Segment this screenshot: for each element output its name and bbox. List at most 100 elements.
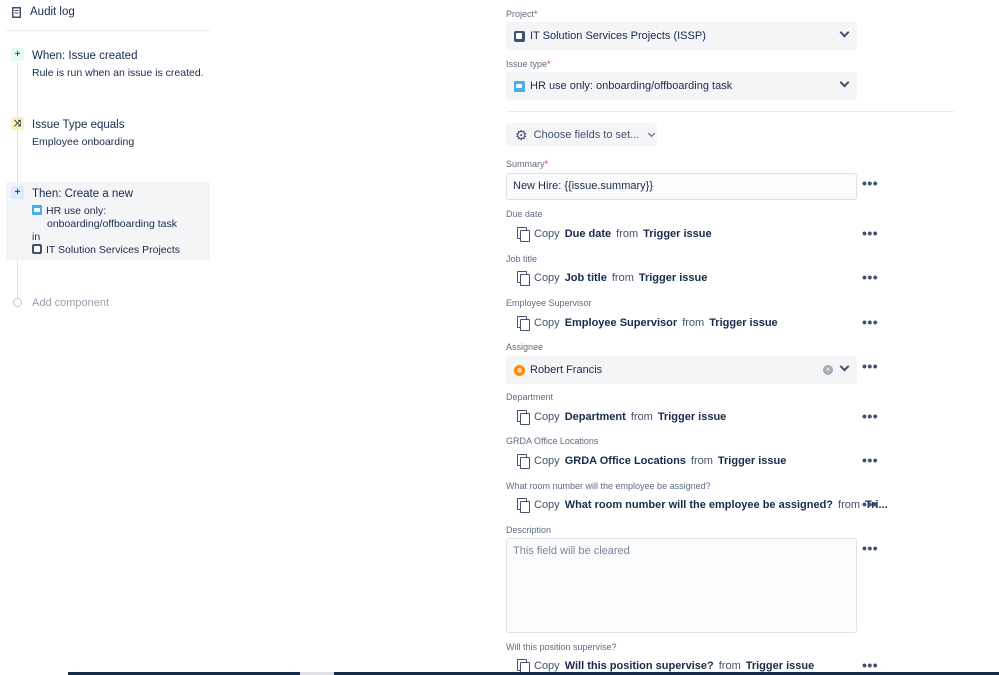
description-label: Description bbox=[506, 525, 552, 535]
more-icon[interactable]: ••• bbox=[862, 270, 878, 284]
required-marker: * bbox=[534, 9, 538, 19]
source-name: Trigger issue bbox=[638, 271, 708, 284]
project-label-text: Project bbox=[506, 9, 535, 19]
from-word: from bbox=[611, 271, 634, 284]
project-value: IT Solution Services Projects (ISSP) bbox=[530, 30, 706, 42]
copy-word: Copy bbox=[534, 410, 560, 423]
copy-word: Copy bbox=[534, 271, 560, 284]
source-name: Trigger issue bbox=[709, 316, 778, 329]
condition-subtitle: Employee onboarding bbox=[32, 136, 135, 148]
choose-fields-label: Choose fields to set... bbox=[533, 128, 640, 141]
divider bbox=[6, 30, 210, 31]
action-project-label: IT Solution Services Projects bbox=[46, 244, 181, 256]
more-icon[interactable]: ••• bbox=[862, 541, 878, 555]
issue-type-select[interactable]: HR use only: onboarding/offboarding task bbox=[506, 72, 857, 100]
assignee-label: Assignee bbox=[506, 342, 544, 352]
due-date-copy[interactable]: Copy Due date from Trigger issue bbox=[517, 227, 712, 242]
room-label: What room number will the employee be as… bbox=[506, 481, 711, 491]
from-word: from bbox=[690, 454, 713, 467]
from-word: from bbox=[630, 410, 653, 423]
choose-fields-button[interactable]: ⚙ Choose fields to set... bbox=[506, 123, 657, 146]
job-title-label: Job title bbox=[506, 254, 538, 264]
project-icon bbox=[32, 244, 42, 254]
more-icon[interactable]: ••• bbox=[862, 497, 878, 511]
chevron-down-icon bbox=[839, 361, 850, 372]
job-title-copy[interactable]: Copy Job title from Trigger issue bbox=[517, 271, 708, 286]
due-date-label: Due date bbox=[506, 209, 543, 219]
supervisor-label: Employee Supervisor bbox=[506, 298, 592, 308]
copy-word: Copy bbox=[534, 316, 560, 329]
more-icon[interactable]: ••• bbox=[862, 176, 878, 190]
copy-word: Copy bbox=[534, 454, 560, 467]
gear-icon: ⚙ bbox=[515, 126, 528, 143]
required-marker: * bbox=[547, 59, 551, 69]
supervisor-copy[interactable]: Copy Employee Supervisor from Trigger issue bbox=[517, 316, 778, 331]
avatar bbox=[514, 364, 525, 376]
more-icon[interactable]: ••• bbox=[862, 453, 878, 467]
source-name: Trigger issue bbox=[717, 454, 787, 467]
more-icon[interactable]: ••• bbox=[862, 409, 878, 423]
clear-icon[interactable]: × bbox=[823, 365, 833, 375]
copy-icon bbox=[517, 410, 530, 425]
add-component-button[interactable]: Add component bbox=[32, 297, 109, 309]
summary-input[interactable]: New Hire: {{issue.summary}} bbox=[506, 173, 857, 200]
chevron-down-icon bbox=[839, 77, 850, 88]
more-icon[interactable]: ••• bbox=[862, 315, 878, 329]
issue-type-label: Issue type* bbox=[506, 59, 551, 69]
description-textarea[interactable]: This field will be cleared bbox=[506, 538, 857, 633]
flow-line bbox=[17, 62, 18, 300]
copy-icon bbox=[517, 227, 530, 242]
source-name: Trigger issue bbox=[643, 227, 712, 240]
room-copy[interactable]: Copy What room number will the employee b… bbox=[517, 498, 888, 513]
copy-word: Copy bbox=[534, 498, 560, 511]
more-icon[interactable]: ••• bbox=[862, 658, 878, 672]
issue-type-icon bbox=[514, 80, 525, 92]
action-in-label: in bbox=[32, 231, 41, 243]
more-icon[interactable]: ••• bbox=[862, 226, 878, 240]
chevron-down-icon bbox=[648, 129, 656, 137]
rule-sidebar: Audit log + When: Issue created Rule is … bbox=[0, 0, 210, 675]
office-label: GRDA Office Locations bbox=[506, 436, 599, 446]
trigger-title[interactable]: When: Issue created bbox=[32, 50, 137, 62]
project-select[interactable]: IT Solution Services Projects (ISSP) bbox=[506, 22, 857, 50]
document-icon bbox=[12, 6, 21, 18]
source-name: Trigger issue bbox=[745, 659, 815, 672]
copy-icon bbox=[517, 316, 530, 331]
issue-type-label-text: Issue type bbox=[506, 59, 548, 69]
field-name: Job title bbox=[564, 271, 607, 284]
from-word: from bbox=[718, 659, 741, 672]
action-issue-type-line2: onboarding/offboarding task bbox=[47, 218, 177, 230]
issue-type-value: HR use only: onboarding/offboarding task bbox=[530, 80, 733, 92]
field-name: Due date bbox=[564, 227, 612, 240]
from-word: from bbox=[682, 316, 705, 329]
copy-icon bbox=[517, 498, 530, 513]
more-icon[interactable]: ••• bbox=[862, 359, 878, 373]
department-copy[interactable]: Copy Department from Trigger issue bbox=[517, 410, 727, 425]
from-word: from bbox=[838, 498, 861, 511]
department-label: Department bbox=[506, 392, 554, 402]
copy-word: Copy bbox=[534, 659, 560, 672]
supervise-label: Will this position supervise? bbox=[506, 642, 617, 652]
assignee-value: Robert Francis bbox=[530, 364, 603, 376]
condition-title[interactable]: Issue Type equals bbox=[32, 119, 125, 131]
action-title[interactable]: Then: Create a new bbox=[32, 188, 133, 200]
audit-log-link[interactable]: Audit log bbox=[12, 6, 75, 18]
field-name: Employee Supervisor bbox=[564, 316, 678, 329]
action-config-form: Project* IT Solution Services Projects (… bbox=[500, 0, 999, 675]
copy-icon bbox=[517, 454, 530, 469]
office-copy[interactable]: Copy GRDA Office Locations from Trigger iss… bbox=[517, 454, 787, 469]
field-name: GRDA Office Locations bbox=[564, 454, 686, 467]
source-name: Trigger issue bbox=[657, 410, 727, 423]
supervise-copy[interactable]: Copy Will this position supervise? from Tri… bbox=[517, 659, 815, 674]
required-marker: * bbox=[544, 159, 549, 169]
copy-icon bbox=[517, 271, 530, 286]
field-name: Will this position supervise? bbox=[564, 659, 714, 672]
shuffle-icon: ⤨ bbox=[11, 117, 24, 130]
divider bbox=[506, 111, 954, 112]
assignee-select[interactable]: Robert Francis × bbox=[506, 356, 857, 384]
field-name: Department bbox=[564, 410, 626, 423]
field-name: What room number will the employee be as… bbox=[564, 498, 834, 511]
action-issue-type: HR use only: bbox=[32, 205, 106, 217]
trigger-subtitle: Rule is run when an issue is created. bbox=[32, 67, 204, 79]
action-issue-type-line1: HR use only: bbox=[46, 205, 107, 217]
